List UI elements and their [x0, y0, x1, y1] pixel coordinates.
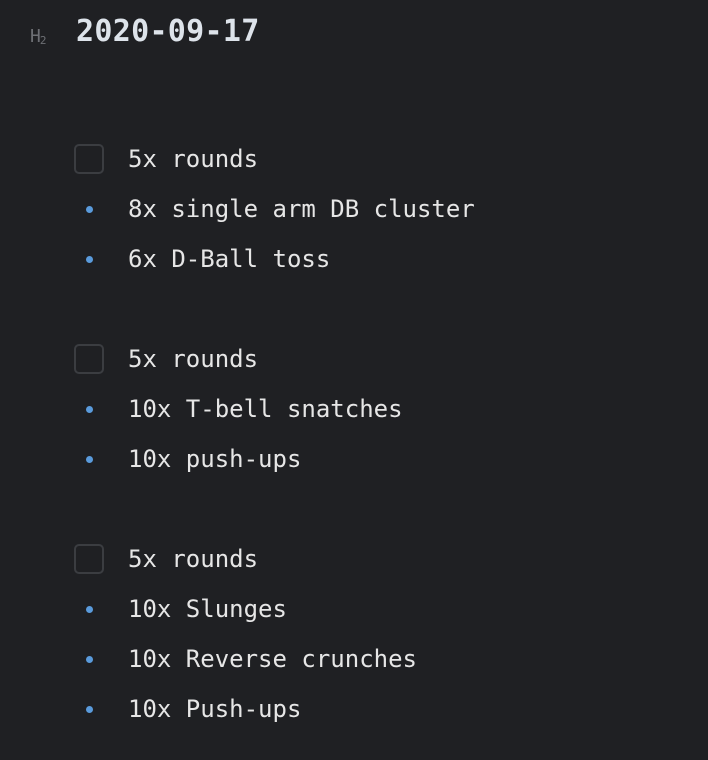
bullet-icon	[86, 456, 93, 463]
list-item: 10x T-bell snatches	[0, 394, 708, 444]
page-heading[interactable]: 2020-09-17	[76, 14, 260, 49]
task-row: 5x rounds	[0, 144, 708, 194]
task-checkbox[interactable]	[74, 544, 104, 574]
task-label[interactable]: 5x rounds	[128, 144, 258, 174]
bullet-icon	[86, 656, 93, 663]
task-group-3: 5x rounds 10x Slunges 10x Reverse crunch…	[0, 544, 708, 744]
list-item-text[interactable]: 10x Slunges	[128, 594, 287, 624]
task-group-2: 5x rounds 10x T-bell snatches 10x push-u…	[0, 344, 708, 494]
bullet-icon	[86, 606, 93, 613]
list-item: 10x push-ups	[0, 444, 708, 494]
task-row: 5x rounds	[0, 544, 708, 594]
task-label[interactable]: 5x rounds	[128, 544, 258, 574]
task-checkbox[interactable]	[74, 344, 104, 374]
list-item: 6x D-Ball toss	[0, 244, 708, 294]
heading-level-letter: H	[30, 26, 41, 47]
bullet-icon	[86, 256, 93, 263]
heading-level-marker: H2	[30, 26, 47, 47]
list-item-text[interactable]: 10x Push-ups	[128, 694, 301, 724]
list-item-text[interactable]: 10x T-bell snatches	[128, 394, 403, 424]
task-label[interactable]: 5x rounds	[128, 344, 258, 374]
list-item: 10x Reverse crunches	[0, 644, 708, 694]
bullet-icon	[86, 406, 93, 413]
heading-level-number: 2	[39, 34, 47, 47]
bullet-icon	[86, 706, 93, 713]
bullet-icon	[86, 206, 93, 213]
list-item-text[interactable]: 10x Reverse crunches	[128, 644, 417, 674]
list-item-text[interactable]: 10x push-ups	[128, 444, 301, 474]
list-item: 8x single arm DB cluster	[0, 194, 708, 244]
list-item-text[interactable]: 6x D-Ball toss	[128, 244, 330, 274]
list-item: 10x Slunges	[0, 594, 708, 644]
list-item: 10x Push-ups	[0, 694, 708, 744]
task-checkbox[interactable]	[74, 144, 104, 174]
list-item-text[interactable]: 8x single arm DB cluster	[128, 194, 475, 224]
task-row: 5x rounds	[0, 344, 708, 394]
task-group-1: 5x rounds 8x single arm DB cluster 6x D-…	[0, 144, 708, 294]
